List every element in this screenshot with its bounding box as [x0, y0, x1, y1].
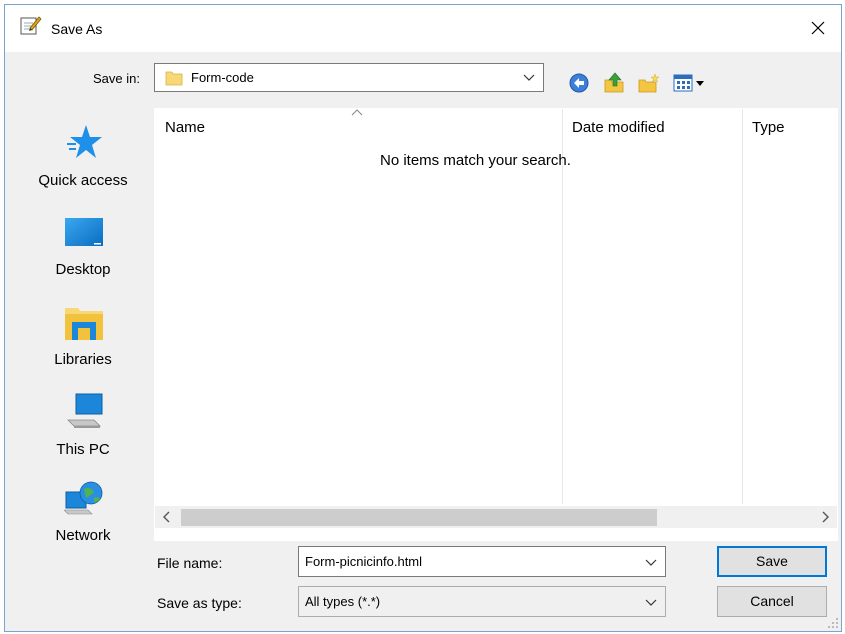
- column-header-name[interactable]: Name: [165, 119, 205, 136]
- view-menu-icon[interactable]: [673, 72, 709, 94]
- place-label: Desktop: [55, 261, 111, 278]
- column-header-type[interactable]: Type: [752, 119, 785, 136]
- place-network[interactable]: Network: [12, 478, 154, 553]
- save-as-type-value: All types (*.*): [305, 594, 381, 609]
- save-as-type-label: Save as type:: [157, 595, 242, 611]
- save-in-value: Form-code: [191, 70, 254, 85]
- place-this-pc[interactable]: This PC: [12, 388, 154, 463]
- chevron-down-icon: [645, 599, 657, 606]
- libraries-icon: [65, 308, 103, 340]
- up-folder-icon[interactable]: [603, 72, 625, 94]
- place-libraries[interactable]: Libraries: [12, 298, 154, 373]
- close-button[interactable]: [795, 5, 841, 51]
- this-pc-icon: [67, 393, 103, 428]
- close-icon: [811, 21, 825, 35]
- save-as-dialog: Save As Save in: Form-code Quick access …: [4, 4, 842, 632]
- place-desktop[interactable]: Desktop: [12, 208, 154, 283]
- cancel-button[interactable]: Cancel: [717, 586, 827, 617]
- places-bar: Quick access Desktop Libraries This PC N…: [12, 108, 154, 544]
- dialog-title: Save As: [51, 21, 103, 37]
- save-button[interactable]: Save: [717, 546, 827, 577]
- column-divider: [742, 109, 743, 504]
- chevron-down-icon[interactable]: [645, 557, 657, 567]
- chevron-down-icon: [523, 74, 535, 81]
- place-label: Network: [55, 527, 111, 544]
- quick-access-star-icon: [67, 125, 102, 158]
- scrollbar-thumb[interactable]: [181, 509, 657, 526]
- place-label: This PC: [56, 441, 110, 458]
- notepad-edit-icon: [20, 16, 42, 35]
- save-as-type-dropdown[interactable]: All types (*.*): [298, 586, 666, 617]
- back-icon[interactable]: [568, 72, 590, 94]
- new-folder-icon[interactable]: [638, 72, 660, 94]
- desktop-icon: [65, 218, 103, 246]
- sort-ascending-icon: [351, 109, 363, 116]
- place-label: Libraries: [54, 351, 112, 368]
- resize-grip-icon[interactable]: [827, 617, 839, 629]
- empty-message: No items match your search.: [380, 152, 571, 169]
- file-name-input[interactable]: Form-picnicinfo.html: [298, 546, 666, 577]
- horizontal-scrollbar[interactable]: [155, 506, 837, 528]
- scroll-right-icon[interactable]: [819, 510, 831, 524]
- save-in-label: Save in:: [93, 71, 140, 86]
- scroll-left-icon[interactable]: [161, 510, 173, 524]
- folder-icon: [165, 71, 183, 86]
- network-icon: [64, 481, 103, 515]
- place-label: Quick access: [38, 172, 128, 189]
- save-in-dropdown[interactable]: Form-code: [154, 63, 544, 92]
- file-list[interactable]: Name Date modified Type No items match y…: [154, 108, 838, 541]
- place-quick-access[interactable]: Quick access: [12, 118, 154, 193]
- column-header-date-modified[interactable]: Date modified: [572, 119, 665, 136]
- file-name-value: Form-picnicinfo.html: [305, 554, 423, 569]
- file-name-label: File name:: [157, 555, 223, 571]
- title-bar: Save As: [5, 5, 841, 52]
